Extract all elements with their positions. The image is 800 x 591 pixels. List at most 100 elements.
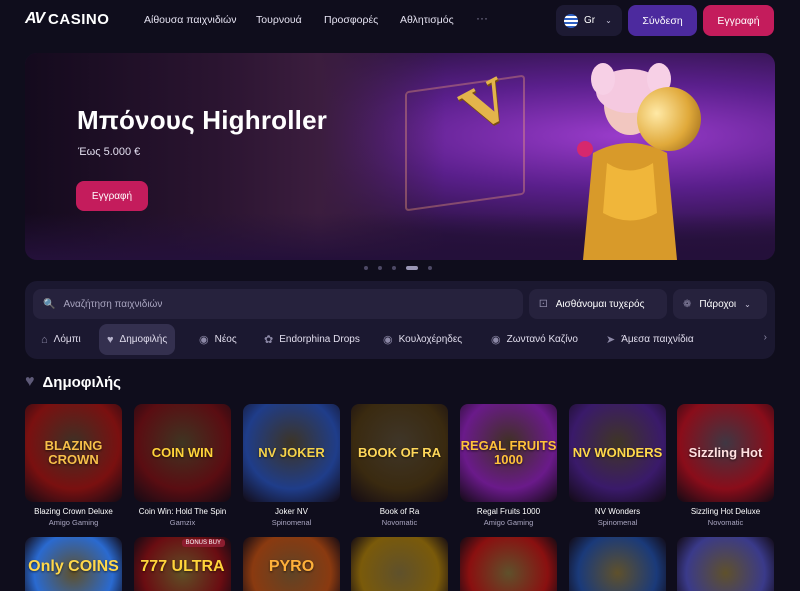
game-card[interactable] [569,537,666,591]
game-thumbnail[interactable]: BLAZING CROWN [25,404,122,502]
search-input[interactable]: 🔍 Αναζήτηση παιχνιδιών [33,289,523,319]
chip-icon: ◉ [491,334,501,346]
game-name[interactable]: Regal Fruits 1000 [460,507,557,516]
feeling-lucky-button[interactable]: ⚀ Αισθάνομαι τυχερός [529,289,667,319]
game-card[interactable]: BOOK OF RA Book of Ra Novomatic [351,404,448,527]
game-thumbnail[interactable]: COIN WIN [134,404,231,502]
search-placeholder: Αναζήτηση παιχνιδιών [63,298,163,310]
game-card[interactable]: Only COINS [25,537,122,591]
tab-new[interactable]: ◉ Νέος [191,324,245,355]
game-name[interactable]: Sizzling Hot Deluxe [677,507,774,516]
tab-live-casino[interactable]: ◉ Ζωντανό Καζίνο [483,324,586,355]
carousel-dot-active[interactable] [406,266,418,270]
nav-games-hall[interactable]: Αίθουσα παιχνιδιών [144,14,236,26]
game-provider: Novomatic [381,518,418,527]
section-header: ♥ Δημοφιλής [25,373,121,391]
dice-icon: ⚀ [539,298,548,310]
banner-title: Μπόνους Highroller [77,105,328,135]
game-name[interactable]: Joker NV [243,507,340,516]
carousel-dots [364,266,432,270]
carousel-dot[interactable] [392,266,396,270]
tab-endorphina-drops[interactable]: ✿ Endorphina Drops [256,324,368,355]
providers-dropdown[interactable]: ❁ Πάροχοι ⌄ [673,289,767,319]
slot-icon: ◉ [383,334,393,346]
bonus-buy-badge: BONUS BUY [181,539,225,547]
game-name[interactable]: Book of Ra [351,507,448,516]
carousel-dot[interactable] [428,266,432,270]
game-card[interactable]: PYRO [243,537,340,591]
drop-icon: ✿ [264,334,274,346]
game-thumbnail-text: PYRO [268,558,315,575]
tab-popular[interactable]: ♥ Δημοφιλής [99,324,176,355]
nav-promotions[interactable]: Προσφορές [324,14,378,26]
game-name[interactable]: Blazing Crown Deluxe [25,507,122,516]
game-provider: Amigo Gaming [483,518,534,527]
carousel-dot[interactable] [378,266,382,270]
nav-tournaments[interactable]: Τουρνουά [256,14,302,26]
providers-label: Πάροχοι [699,298,737,310]
carousel-dot[interactable] [364,266,368,270]
game-provider: Gamzix [169,518,196,527]
game-card[interactable]: NV JOKER Joker NV Spinomenal [243,404,340,527]
game-card[interactable]: REGAL FRUITS 1000 Regal Fruits 1000 Amigo … [460,404,557,527]
casino-logo[interactable]: AV CASINO [25,10,109,28]
search-panel: 🔍 Αναζήτηση παιχνιδιών ⚀ Αισθάνομαι τυχε… [25,281,775,359]
game-name[interactable]: NV Wonders [569,507,666,516]
game-card[interactable] [677,537,774,591]
nav-sports[interactable]: Αθλητισμός [400,14,454,26]
feeling-lucky-label: Αισθάνομαι τυχερός [555,298,645,310]
game-thumbnail-text: Only COINS [28,558,119,575]
logo-text: CASINO [48,10,110,28]
game-card[interactable] [351,537,448,591]
game-thumbnail-text: 777 ULTRA [140,558,225,575]
mascot-character-image [577,63,677,260]
game-provider: Amigo Gaming [48,518,99,527]
new-icon: ◉ [199,334,209,346]
game-thumbnail[interactable]: REGAL FRUITS 1000 [460,404,557,502]
category-tabs: ⌂ Λόμπι ♥ Δημοφιλής ◉ Νέος ✿ Endorphina … [33,324,767,355]
game-name[interactable]: Coin Win: Hold The Spin [134,507,231,516]
game-card[interactable] [460,537,557,591]
tab-slots[interactable]: ◉ Κουλοχέρηδες [375,324,470,355]
tab-lobby[interactable]: ⌂ Λόμπι [33,324,89,355]
nav-more-icon[interactable]: ··· [476,11,488,25]
game-thumbnail[interactable]: BOOK OF RA [351,404,448,502]
game-thumbnail-text: BOOK OF RA [357,445,442,461]
tab-label: Λόμπι [53,334,81,345]
language-selector[interactable]: Gr ⌄ [556,5,622,36]
chevron-down-icon: ⌄ [605,16,612,25]
home-icon: ⌂ [41,333,48,346]
game-card[interactable]: COIN WIN Coin Win: Hold The Spin Gamzix [134,404,231,527]
heart-icon: ♥ [25,373,35,390]
game-provider: Spinomenal [271,518,312,527]
game-card[interactable]: BLAZING CROWN Blazing Crown Deluxe Amigo G… [25,404,122,527]
game-thumbnail[interactable]: Sizzling Hot [677,404,774,502]
game-thumbnail-text: REGAL FRUITS 1000 [460,438,557,467]
register-button[interactable]: Εγγραφή [703,5,774,36]
game-thumbnail[interactable]: NV WONDERS [569,404,666,502]
tab-label: Endorphina Drops [279,334,360,345]
game-card[interactable]: NV WONDERS NV Wonders Spinomenal [569,404,666,527]
chevron-right-icon[interactable]: › [764,332,767,343]
tab-label: Άμεσα παιχνίδια [621,334,694,345]
tab-label: Κουλοχέρηδες [398,334,463,345]
game-provider: Novomatic [707,518,744,527]
game-thumbnail-text: COIN WIN [151,445,214,461]
language-label: Gr [584,15,596,26]
game-thumbnail-text: NV WONDERS [572,445,663,461]
banner-register-button[interactable]: Εγγραφή [76,181,148,211]
rocket-icon: ➤ [606,334,616,346]
game-card[interactable]: Sizzling Hot Sizzling Hot Deluxe Novomatic [677,404,774,527]
tab-label: Νέος [214,334,237,345]
game-thumbnail-text: BLAZING CROWN [44,438,103,467]
heart-icon: ♥ [107,333,114,346]
tab-label: Ζωντανό Καζίνο [506,334,578,345]
tab-instant-games[interactable]: ➤ Άμεσα παιχνίδια [598,324,702,355]
providers-icon: ❁ [683,298,692,310]
game-provider: Spinomenal [597,518,638,527]
game-card[interactable]: 777 ULTRA BONUS BUY [134,537,231,591]
promo-banner[interactable]: V Μπόνους Highroller Έως 5.000 € Εγγραφή [25,53,775,260]
chevron-down-icon: ⌄ [744,299,751,309]
game-thumbnail[interactable]: NV JOKER [243,404,340,502]
login-button[interactable]: Σύνδεση [628,5,697,36]
